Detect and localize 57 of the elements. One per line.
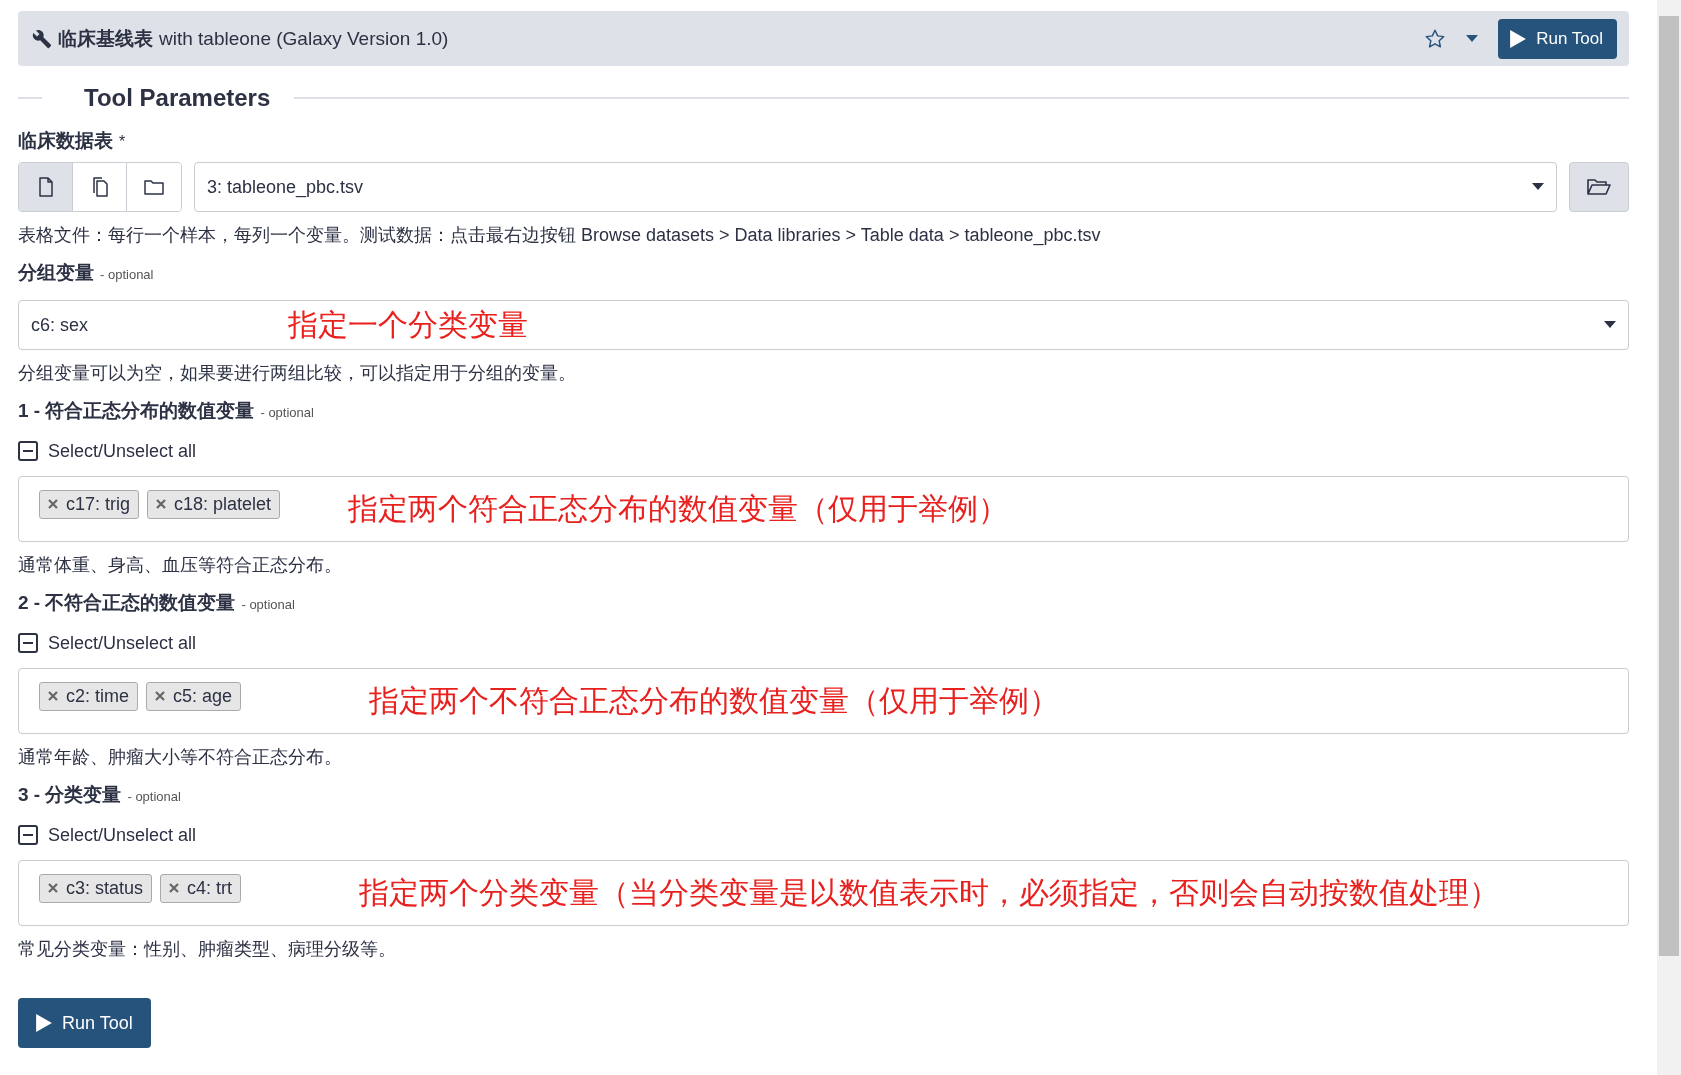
required-mark: *: [119, 133, 126, 151]
annotation-text: 指定两个符合正态分布的数值变量（仅用于举例）: [348, 490, 1009, 527]
remove-icon[interactable]: [169, 883, 180, 893]
field-label: 2 - 不符合正态的数值变量: [18, 591, 236, 615]
scrollbar[interactable]: [1657, 0, 1681, 1075]
star-icon[interactable]: [1424, 27, 1447, 50]
selected-tag: c5: age: [146, 681, 242, 711]
caret-icon: [1532, 183, 1544, 191]
group-select[interactable]: c6: sex 指定一个分类变量: [18, 300, 1629, 350]
selected-tag: c4: trt: [160, 873, 242, 903]
multi-select[interactable]: c3: status c4: trt 指定两个分类变量（当分类变量是以数值表示时，必须指定，否则会自动按数值处理）: [18, 860, 1629, 926]
multi-select[interactable]: c17: trig c18: platelet 指定两个符合正态分布的数值变量（仅用于举例）: [18, 476, 1629, 542]
folder-icon[interactable]: [1569, 162, 1629, 212]
file-icon[interactable]: [19, 163, 73, 211]
selected-tag: c3: status: [39, 873, 153, 903]
tool-name: 临床基线表: [58, 26, 153, 51]
tool-version: with tableone (Galaxy Version 1.0): [159, 27, 449, 50]
checkbox-icon[interactable]: [18, 441, 38, 461]
annotation-text: 指定两个分类变量（当分类变量是以数值表示时，必须指定，否则会自动按数值处理）: [359, 874, 1500, 911]
help-text: 常见分类变量：性别、肿瘤类型、病理分级等。: [18, 938, 397, 961]
remove-icon[interactable]: [48, 691, 58, 701]
play-icon: [1510, 29, 1527, 48]
remove-icon[interactable]: [48, 499, 58, 509]
checkbox-icon[interactable]: [18, 825, 38, 845]
remove-icon[interactable]: [155, 691, 166, 701]
field-label: 3 - 分类变量: [18, 783, 122, 807]
section-title: Tool Parameters: [83, 84, 272, 112]
select-all-label[interactable]: Select/Unselect all: [48, 632, 197, 654]
selected-tag: c17: trig: [39, 489, 140, 519]
help-text: 表格文件：每行一个样本，每列一个变量。测试数据：点击最右边按钮 Browse datasets > Data libraries > Table data > tableone_pbc.tsv: [18, 224, 1102, 248]
caret-icon[interactable]: [1466, 34, 1479, 43]
optional-note: - optional: [241, 597, 295, 612]
multi-select[interactable]: c2: time c5: age 指定两个不符合正态分布的数值变量（仅用于举例）: [18, 668, 1629, 734]
selected-tag: c18: platelet: [147, 489, 281, 519]
remove-icon[interactable]: [48, 883, 58, 893]
remove-icon[interactable]: [156, 499, 167, 509]
select-all-label[interactable]: Select/Unselect all: [48, 824, 197, 846]
selected-tag: c2: time: [39, 681, 139, 711]
run-tool-button[interactable]: Run Tool: [18, 998, 151, 1048]
help-text: 通常年龄、肿瘤大小等不符合正态分布。: [18, 746, 343, 769]
field-label: 分组变量: [18, 261, 94, 285]
select-all-label[interactable]: Select/Unselect all: [48, 440, 197, 462]
optional-note: - optional: [100, 267, 154, 282]
checkbox-icon[interactable]: [18, 633, 38, 653]
annotation-text: 指定一个分类变量: [288, 306, 529, 343]
dataset-select[interactable]: 3: tableone_pbc.tsv: [194, 162, 1557, 212]
help-text: 通常体重、身高、血压等符合正态分布。: [18, 554, 343, 577]
wrench-icon: [32, 28, 52, 49]
play-icon: [36, 1014, 52, 1032]
caret-icon: [1604, 321, 1616, 329]
help-text: 分组变量可以为空，如果要进行两组比较，可以指定用于分组的变量。: [18, 362, 577, 385]
optional-note: - optional: [127, 789, 181, 804]
field-label: 1 - 符合正态分布的数值变量: [18, 399, 255, 423]
field-label: 临床数据表: [18, 129, 113, 153]
run-tool-button[interactable]: Run Tool: [1498, 18, 1617, 59]
optional-note: - optional: [260, 405, 314, 420]
annotation-text: 指定两个不符合正态分布的数值变量（仅用于举例）: [369, 682, 1060, 719]
